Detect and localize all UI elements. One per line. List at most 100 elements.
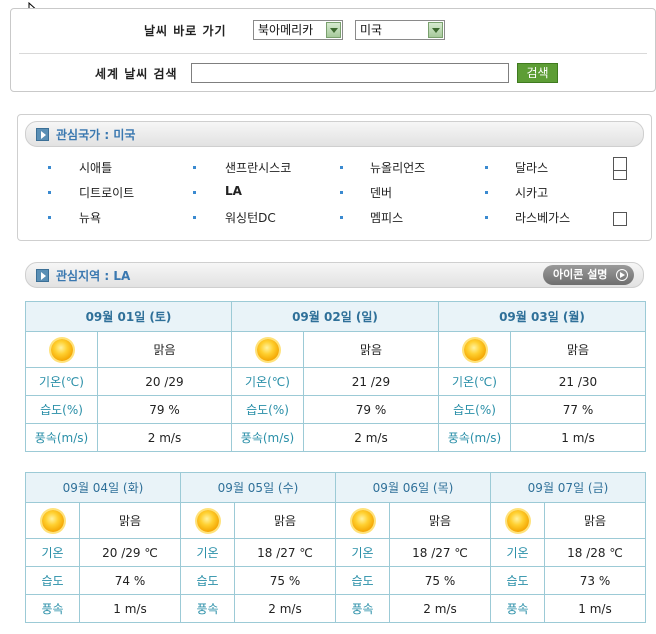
temp-value: 21 /29	[303, 367, 439, 396]
icon-legend-button[interactable]: 아이콘 설명	[543, 265, 634, 285]
city-link[interactable]: 라스베가스	[515, 209, 570, 226]
wind-value: 2 m/s	[97, 423, 232, 452]
bullet-dot-icon	[485, 216, 488, 219]
icon-legend-label: 아이콘 설명	[553, 268, 608, 281]
weather-icon-cell	[25, 331, 98, 368]
wind-value: 1 m/s	[510, 423, 646, 452]
city-link[interactable]: 시카고	[515, 184, 548, 201]
day-date-header: 09월 03일 (월)	[438, 301, 646, 332]
wind-label: 풍속	[335, 594, 390, 623]
day-date-header: 09월 07일 (금)	[490, 472, 646, 503]
city-link[interactable]: 샌프란시스코	[225, 159, 291, 176]
world-weather-search-input[interactable]	[191, 63, 509, 83]
condition-cell: 맑음	[510, 331, 646, 368]
bullet-dot-icon	[193, 166, 196, 169]
city-link[interactable]: 달라스	[515, 159, 548, 176]
temp-label: 기온(℃)	[438, 367, 511, 396]
humidity-value: 79 %	[97, 395, 232, 424]
temp-value: 21 /30	[510, 367, 646, 396]
checkbox[interactable]	[613, 157, 627, 171]
wind-value: 2 m/s	[389, 594, 491, 623]
checkbox[interactable]	[613, 170, 627, 180]
region-select[interactable]: 북아메리카	[253, 20, 343, 40]
temp-value: 18 /28 ℃	[544, 538, 646, 567]
interest-region-title: 관심지역 : LA	[56, 269, 131, 283]
humidity-value: 74 %	[79, 566, 181, 595]
bullet-dot-icon	[193, 191, 196, 194]
city-link[interactable]: 뉴욕	[79, 209, 101, 226]
wind-label: 풍속	[180, 594, 235, 623]
wind-label: 풍속(m/s)	[231, 423, 304, 452]
temp-label: 기온	[335, 538, 390, 567]
weather-icon-cell	[231, 331, 304, 368]
city-link[interactable]: 시애틀	[79, 159, 112, 176]
chevron-down-icon	[326, 22, 341, 38]
humidity-value: 77 %	[510, 395, 646, 424]
condition-cell: 맑음	[234, 502, 336, 539]
checkbox[interactable]	[613, 212, 627, 226]
weather-icon-cell	[180, 502, 235, 539]
day-date-header: 09월 05일 (수)	[180, 472, 336, 503]
city-link[interactable]: 덴버	[370, 184, 392, 201]
bullet-dot-icon	[340, 191, 343, 194]
city-link[interactable]: 워싱턴DC	[225, 209, 276, 226]
temp-value: 18 /27 ℃	[389, 538, 491, 567]
sun-icon	[41, 509, 64, 532]
day-date-header: 09월 02일 (일)	[231, 301, 439, 332]
bullet-dot-icon	[485, 166, 488, 169]
bullet-dot-icon	[48, 216, 51, 219]
humidity-label: 습도(%)	[231, 395, 304, 424]
temp-value: 20 /29 ℃	[79, 538, 181, 567]
temp-value: 20 /29	[97, 367, 232, 396]
weather-table-week1: 09월 01일 (토) 09월 02일 (일) 09월 03일 (월) 맑음 맑…	[25, 301, 646, 452]
world-weather-search-label: 세계 날씨 검색	[95, 67, 178, 81]
chevron-down-icon	[428, 22, 443, 38]
sun-icon	[463, 338, 486, 361]
play-circle-icon	[616, 269, 628, 281]
arrow-bullet-icon	[36, 269, 49, 282]
city-link[interactable]: 멤피스	[370, 209, 403, 226]
day-date-header: 09월 01일 (토)	[25, 301, 232, 332]
humidity-label: 습도	[25, 566, 80, 595]
humidity-value: 75 %	[234, 566, 336, 595]
temp-label: 기온(℃)	[25, 367, 98, 396]
bullet-dot-icon	[48, 191, 51, 194]
weather-goto-label: 날씨 바로 가기	[144, 24, 227, 38]
condition-cell: 맑음	[97, 331, 232, 368]
wind-label: 풍속(m/s)	[25, 423, 98, 452]
temp-label: 기온	[490, 538, 545, 567]
temp-value: 18 /27 ℃	[234, 538, 336, 567]
weather-search-panel: 날씨 바로 가기 북아메리카 미국 세계 날씨 검색 검색	[10, 8, 656, 92]
city-link-selected[interactable]: LA	[225, 184, 242, 198]
sun-icon	[506, 509, 529, 532]
bullet-dot-icon	[193, 216, 196, 219]
search-button[interactable]: 검색	[517, 63, 558, 83]
sun-icon	[256, 338, 279, 361]
weather-table-week2: 09월 04일 (화) 09월 05일 (수) 09월 06일 (목) 09월 …	[25, 472, 646, 623]
country-select-value: 미국	[360, 23, 383, 37]
bullet-dot-icon	[340, 166, 343, 169]
day-date-header: 09월 04일 (화)	[25, 472, 181, 503]
region-select-value: 북아메리카	[258, 23, 314, 37]
humidity-label: 습도(%)	[25, 395, 98, 424]
weather-icon-cell	[438, 331, 511, 368]
day-date-header: 09월 06일 (목)	[335, 472, 491, 503]
bullet-dot-icon	[485, 191, 488, 194]
condition-cell: 맑음	[544, 502, 646, 539]
country-select[interactable]: 미국	[355, 20, 445, 40]
sun-icon	[196, 509, 219, 532]
wind-value: 2 m/s	[234, 594, 336, 623]
wind-value: 2 m/s	[303, 423, 439, 452]
condition-cell: 맑음	[79, 502, 181, 539]
city-link[interactable]: 뉴올리언즈	[370, 159, 425, 176]
humidity-label: 습도	[335, 566, 390, 595]
wind-value: 1 m/s	[79, 594, 181, 623]
condition-cell: 맑음	[303, 331, 439, 368]
humidity-label: 습도	[490, 566, 545, 595]
temp-label: 기온(℃)	[231, 367, 304, 396]
sun-icon	[50, 338, 73, 361]
interest-country-header: 관심국가 : 미국	[25, 121, 644, 147]
city-link[interactable]: 디트로이트	[79, 184, 134, 201]
humidity-label: 습도	[180, 566, 235, 595]
wind-value: 1 m/s	[544, 594, 646, 623]
